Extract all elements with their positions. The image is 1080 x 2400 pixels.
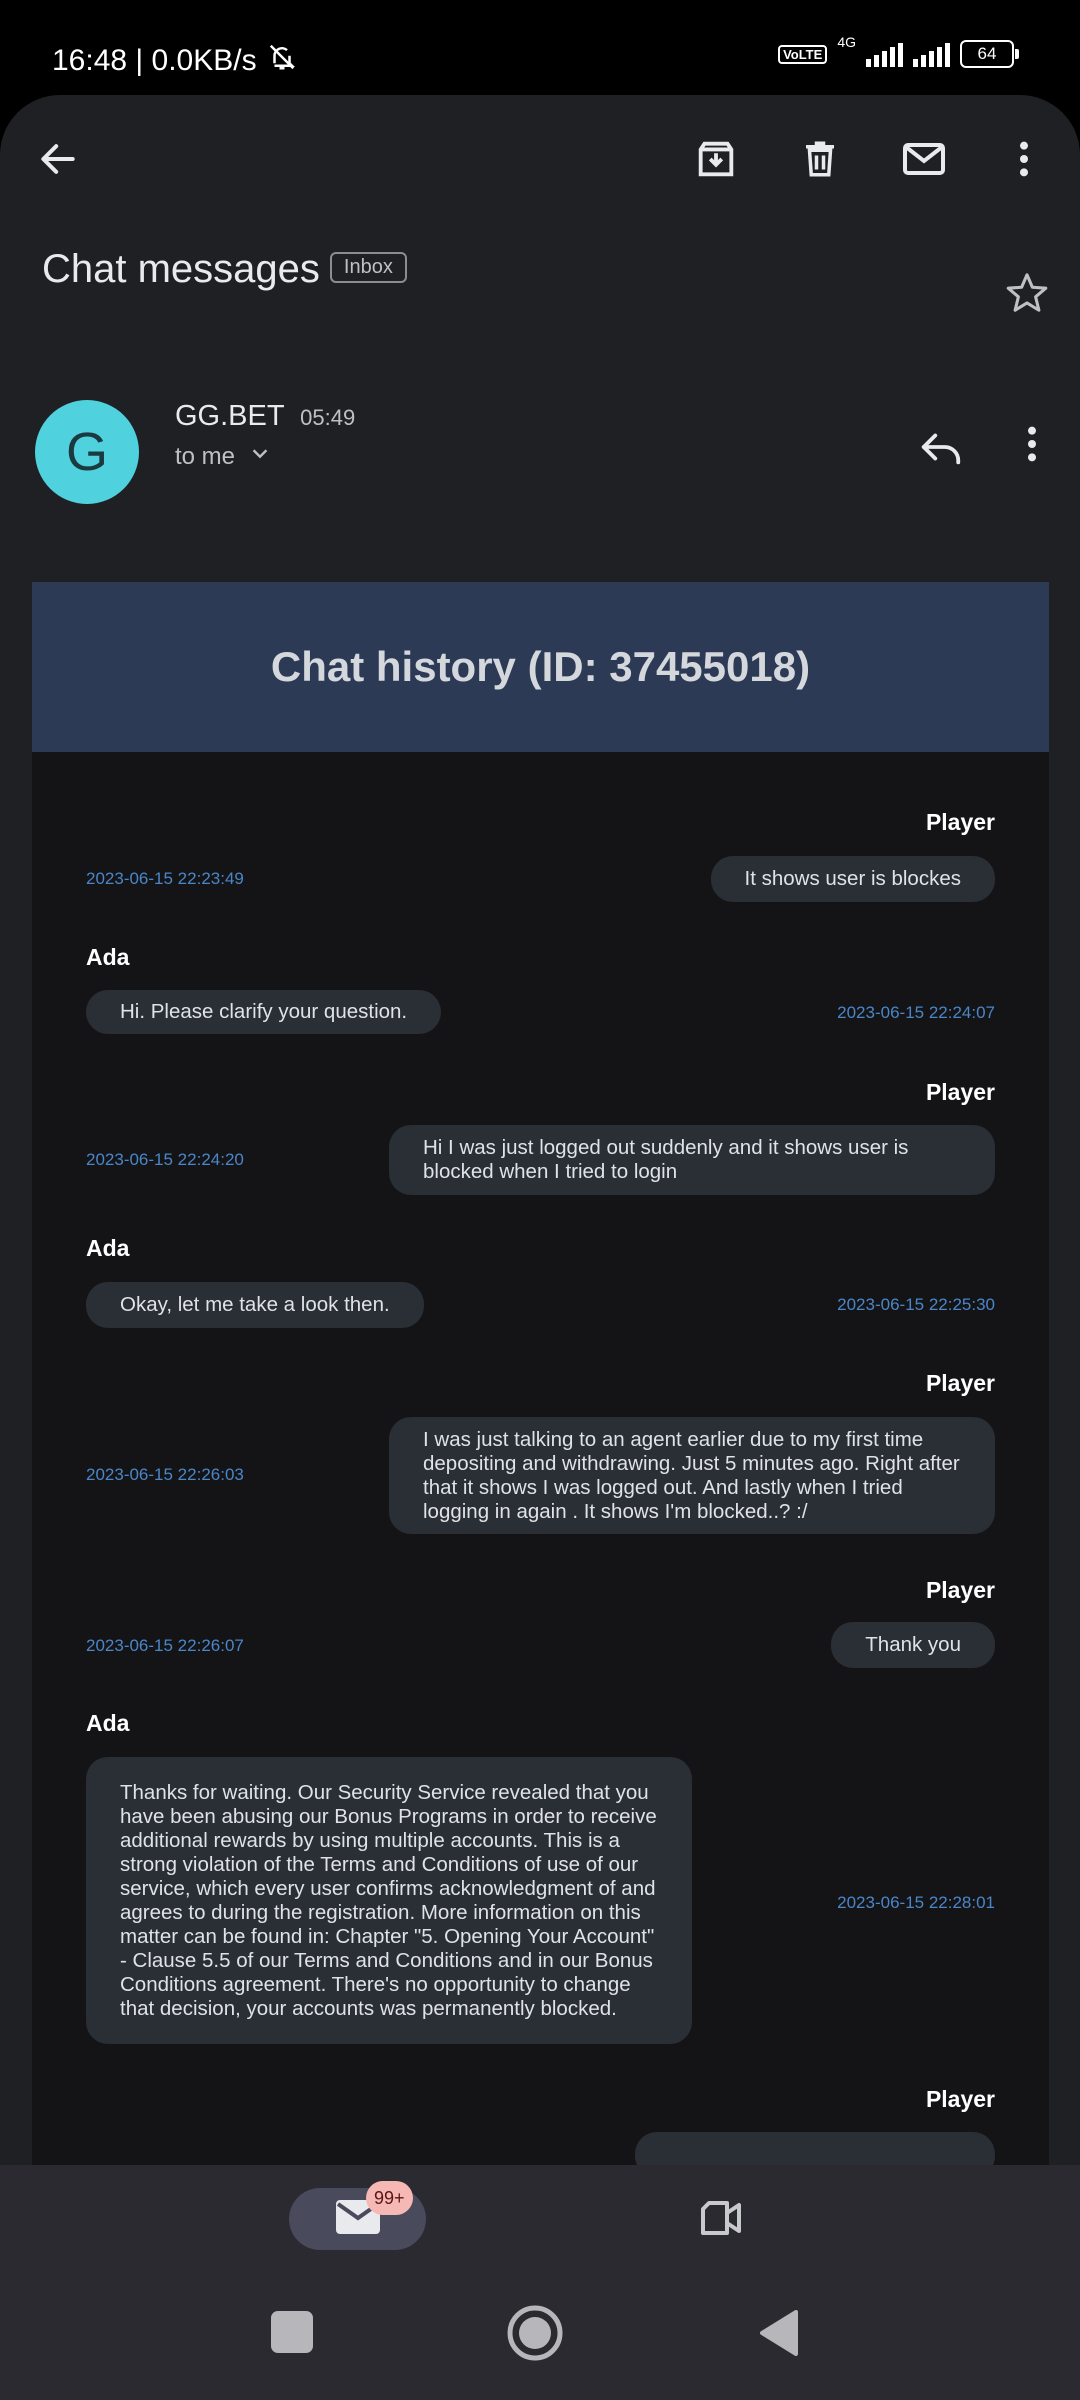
message-timestamp: 2023-06-15 22:24:07 xyxy=(837,1003,995,1022)
email-app: Chat messages Inbox G GG.BET 05:49 to me xyxy=(0,95,1080,2165)
back-triangle-icon[interactable] xyxy=(758,2309,800,2362)
recipient-details[interactable]: to me xyxy=(175,442,271,471)
bottom-nav: 99+ xyxy=(0,2165,1080,2280)
message-bubble-agent: Hi. Please clarify your question. xyxy=(86,990,442,1034)
message-bubble-player xyxy=(635,2132,995,2165)
meet-video-icon[interactable] xyxy=(697,2197,745,2244)
status-bar: 16:48 | 0.0KB/s VoLTE 4G 64 xyxy=(0,0,1080,95)
message-timestamp: 2023-06-15 22:28:01 xyxy=(837,1893,995,1912)
volte-icon: VoLTE xyxy=(778,44,828,64)
speaker-label: Ada xyxy=(86,944,130,970)
speaker-label: Ada xyxy=(86,1235,130,1261)
message-text: Hi I was just logged out suddenly and it… xyxy=(423,1136,909,1183)
sender-name-line: GG.BET 05:49 xyxy=(175,400,355,433)
speaker-label: Player xyxy=(925,1577,995,1603)
email-body: Chat history (ID: 37455018) Player 2023-… xyxy=(32,582,1049,2165)
message-bubble-agent: Okay, let me take a look then. xyxy=(86,1282,424,1328)
back-arrow-icon[interactable] xyxy=(30,131,86,187)
speaker-label: Ada xyxy=(86,1710,130,1736)
recipient-text: to me xyxy=(175,442,236,470)
signal-icon-2 xyxy=(913,41,950,67)
inbox-label-chip[interactable]: Inbox xyxy=(329,252,407,283)
home-circle-icon[interactable] xyxy=(506,2304,564,2367)
sender-row: G GG.BET 05:49 to me xyxy=(0,400,1080,510)
sender-more-icon[interactable] xyxy=(1024,424,1040,469)
status-right: VoLTE 4G 64 xyxy=(778,34,1019,68)
archive-icon[interactable] xyxy=(688,131,744,187)
speaker-label: Player xyxy=(925,809,995,835)
message-bubble-player: I was just talking to an agent earlier d… xyxy=(389,1417,995,1534)
message-text: Hi. Please clarify your question. xyxy=(120,1000,408,1023)
email-subject: Chat messages Inbox xyxy=(42,247,407,292)
delete-icon[interactable] xyxy=(792,131,848,187)
message-bubble-player: It shows user is blockes xyxy=(710,856,995,902)
unread-badge: 99+ xyxy=(366,2181,413,2215)
chat-title: Chat history (ID: 37455018) xyxy=(270,643,811,690)
toolbar xyxy=(0,95,1080,225)
mute-icon xyxy=(267,42,297,80)
message-text: I was just talking to an agent earlier d… xyxy=(423,1427,960,1523)
signal-icon xyxy=(866,41,903,67)
reply-icon[interactable] xyxy=(918,424,964,475)
system-nav-bar xyxy=(0,2280,1080,2400)
message-timestamp: 2023-06-15 22:24:20 xyxy=(86,1150,244,1169)
speaker-label: Player xyxy=(925,1370,995,1396)
avatar[interactable]: G xyxy=(35,400,139,504)
status-left: 16:48 | 0.0KB/s xyxy=(52,42,297,80)
chevron-down-icon[interactable] xyxy=(249,442,271,471)
status-time: 16:48 | 0.0KB/s xyxy=(52,44,257,77)
speaker-label: Player xyxy=(925,1079,995,1105)
star-icon[interactable] xyxy=(1004,270,1050,321)
message-text: Thank you xyxy=(865,1633,961,1656)
chat-header: Chat history (ID: 37455018) xyxy=(32,582,1049,752)
message-timestamp: 2023-06-15 22:26:07 xyxy=(86,1636,244,1655)
message-bubble-agent: Thanks for waiting. Our Security Service… xyxy=(86,1757,692,2044)
message-text: Okay, let me take a look then. xyxy=(120,1293,390,1316)
sender-time: 05:49 xyxy=(300,405,356,430)
more-vert-icon[interactable] xyxy=(996,131,1052,187)
subject-text: Chat messages xyxy=(42,247,320,291)
message-bubble-player: Thank you xyxy=(831,1622,995,1668)
message-timestamp: 2023-06-15 22:26:03 xyxy=(86,1465,244,1484)
message-bubble-player: Hi I was just logged out suddenly and it… xyxy=(389,1125,995,1195)
recents-square-icon[interactable] xyxy=(271,2311,313,2358)
message-timestamp: 2023-06-15 22:23:49 xyxy=(86,869,244,888)
network-type: 4G xyxy=(837,34,856,50)
speaker-label: Player xyxy=(925,2086,995,2112)
message-timestamp: 2023-06-15 22:25:30 xyxy=(837,1295,995,1314)
mark-unread-icon[interactable] xyxy=(896,131,952,187)
message-text: It shows user is blockes xyxy=(744,867,961,890)
battery-icon: 64 xyxy=(960,40,1019,68)
sender-name[interactable]: GG.BET xyxy=(175,400,284,432)
message-text: Thanks for waiting. Our Security Service… xyxy=(120,1780,657,2020)
